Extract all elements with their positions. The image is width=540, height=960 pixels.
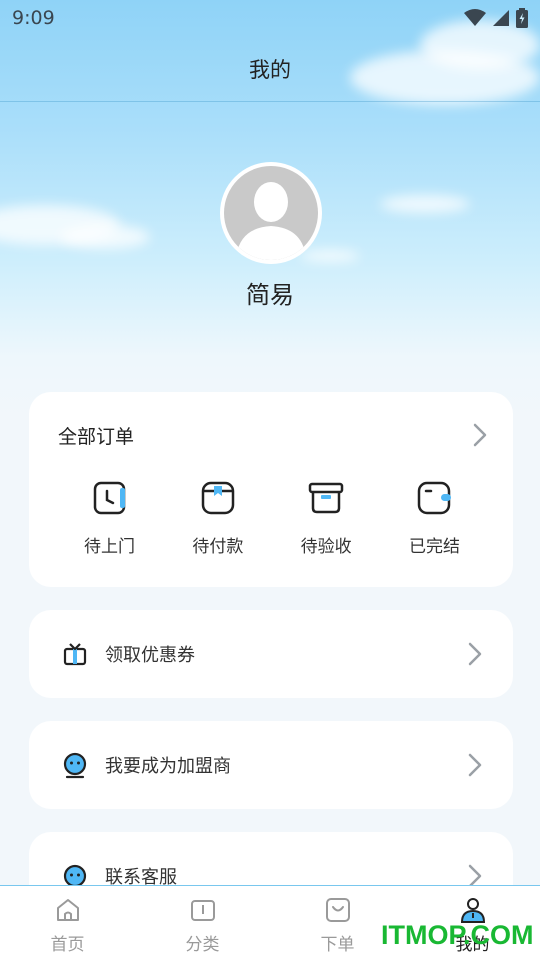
category-book-icon bbox=[190, 900, 215, 921]
status-time: 9:09 bbox=[12, 7, 55, 29]
home-icon bbox=[56, 899, 79, 921]
page-title: 我的 bbox=[249, 57, 291, 82]
clock-box-icon bbox=[93, 481, 125, 515]
chevron-right-icon bbox=[468, 753, 482, 777]
all-orders-label: 全部订单 bbox=[58, 425, 135, 448]
nav-category[interactable]: 分类 bbox=[135, 886, 270, 960]
chevron-right-icon bbox=[473, 423, 487, 447]
menu-card-coupons[interactable]: 领取优惠券 bbox=[29, 610, 513, 698]
menu-row[interactable]: 领取优惠券 bbox=[29, 610, 513, 698]
order-status-pending-visit[interactable]: 待上门 bbox=[57, 480, 162, 557]
order-status-label: 待上门 bbox=[84, 537, 135, 557]
title-bar: 我的 bbox=[0, 36, 540, 102]
partner-face-icon bbox=[63, 752, 87, 779]
cell-signal-icon bbox=[493, 10, 509, 26]
nav-home[interactable]: 首页 bbox=[0, 886, 135, 960]
done-box-icon bbox=[418, 481, 452, 515]
shopping-bag-icon bbox=[325, 898, 350, 922]
order-status-label: 待验收 bbox=[300, 537, 352, 557]
battery-icon bbox=[516, 8, 528, 28]
watermark: ITMOP.COM bbox=[381, 920, 534, 950]
nav-label: 下单 bbox=[320, 935, 355, 955]
order-status-completed[interactable]: 已完结 bbox=[382, 480, 487, 557]
nav-label: 首页 bbox=[50, 935, 85, 955]
avatar[interactable] bbox=[220, 162, 322, 264]
order-status-list: 待上门 待付款 待验收 已完结 bbox=[57, 480, 487, 557]
gift-icon bbox=[63, 643, 87, 666]
order-status-label: 待付款 bbox=[192, 537, 244, 557]
status-icons bbox=[464, 8, 528, 28]
wifi-icon bbox=[464, 9, 486, 26]
order-status-pending-payment[interactable]: 待付款 bbox=[165, 480, 270, 557]
menu-row[interactable]: 我要成为加盟商 bbox=[29, 721, 513, 809]
order-status-label: 已完结 bbox=[408, 537, 460, 557]
chevron-right-icon bbox=[468, 642, 482, 666]
order-status-pending-inspection[interactable]: 待验收 bbox=[274, 480, 379, 557]
default-avatar-icon bbox=[224, 166, 318, 260]
menu-label: 领取优惠券 bbox=[105, 645, 195, 666]
wallet-box-icon bbox=[201, 481, 235, 515]
package-box-icon bbox=[308, 482, 344, 514]
status-bar: 9:09 bbox=[0, 0, 540, 36]
menu-label: 我要成为加盟商 bbox=[105, 756, 231, 777]
all-orders-row[interactable]: 全部订单 bbox=[58, 420, 488, 450]
nav-label: 分类 bbox=[185, 935, 220, 955]
menu-card-become-partner[interactable]: 我要成为加盟商 bbox=[29, 721, 513, 809]
username: 简易 bbox=[246, 281, 294, 309]
orders-card: 全部订单 待上门 待付款 待验收 已完结 bbox=[29, 392, 513, 587]
